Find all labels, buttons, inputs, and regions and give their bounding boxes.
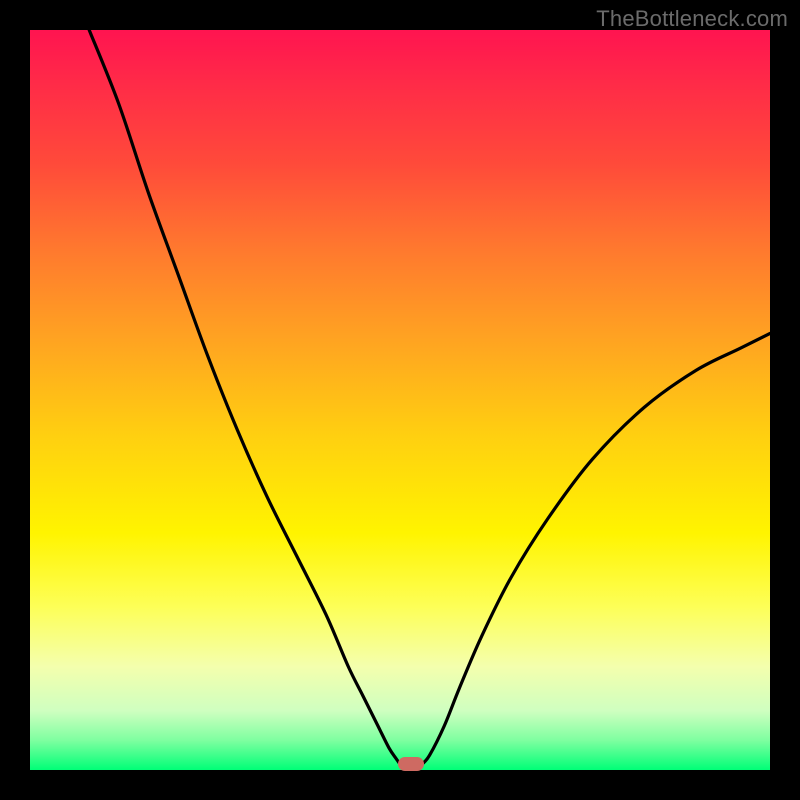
plot-area — [30, 30, 770, 770]
bottleneck-curve-left — [89, 30, 400, 764]
watermark-text: TheBottleneck.com — [596, 6, 788, 32]
optimum-marker — [398, 757, 424, 771]
curve-layer — [30, 30, 770, 770]
chart-stage: TheBottleneck.com — [0, 0, 800, 800]
bottleneck-curve-right — [422, 333, 770, 764]
